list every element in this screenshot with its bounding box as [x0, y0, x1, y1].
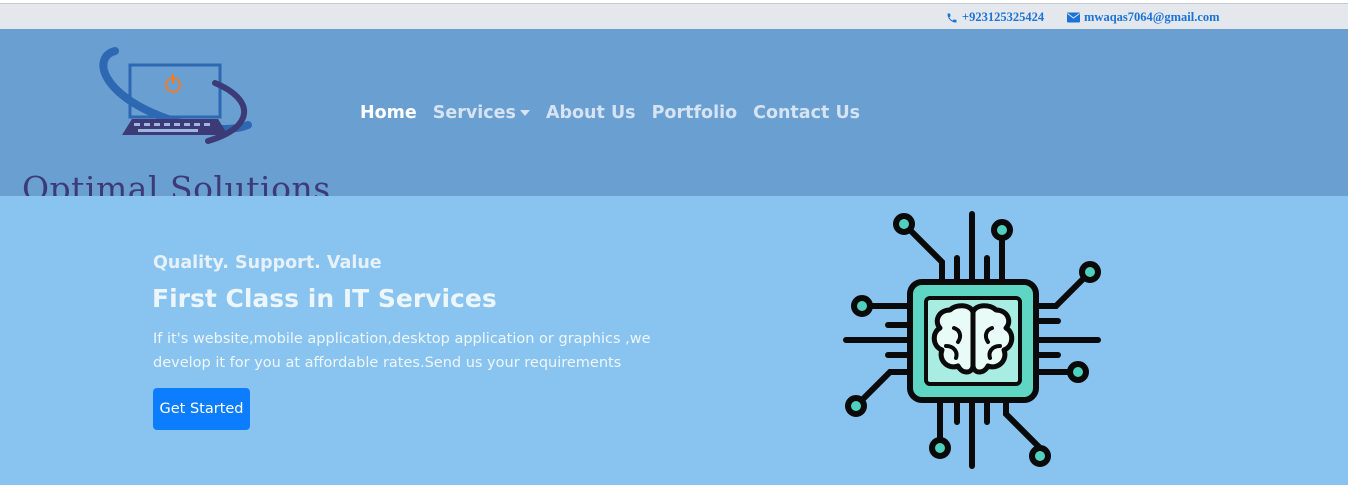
hero-description: If it's website,mobile application,deskt…	[153, 331, 651, 371]
top-contact-bar: +923125325424 mwaqas7064@gmail.com	[0, 3, 1348, 29]
nav-item-contact[interactable]: Contact Us	[753, 103, 860, 123]
get-started-button[interactable]: Get Started	[153, 388, 250, 430]
hero-section: Quality. Support. Value First Class in I…	[0, 196, 1348, 485]
nav-item-portfolio[interactable]: Portfolio	[652, 103, 738, 123]
phone-icon	[946, 12, 958, 24]
chevron-down-icon	[519, 110, 530, 116]
laptop-power-logo[interactable]	[20, 43, 340, 183]
email-address: mwaqas7064@gmail.com	[1084, 10, 1220, 24]
nav-item-services-label: Services	[432, 103, 516, 123]
main-navbar: Optimal Solutions Home Services About Us…	[0, 29, 1348, 208]
nav-item-services[interactable]: Services	[433, 103, 530, 123]
envelope-icon	[1067, 12, 1080, 23]
nav-item-home[interactable]: Home	[360, 103, 417, 123]
phone-number: +923125325424	[962, 10, 1045, 24]
hero-tagline: Quality. Support. Value	[153, 253, 382, 273]
primary-nav: Home Services About Us Portfolio Contact…	[360, 103, 876, 123]
phone-link[interactable]: +923125325424	[946, 10, 1044, 25]
hero-headline: First Class in IT Services	[152, 284, 497, 313]
nav-item-about[interactable]: About Us	[546, 103, 636, 123]
ai-chip-brain-icon	[843, 211, 1101, 469]
email-link[interactable]: mwaqas7064@gmail.com	[1067, 10, 1220, 25]
